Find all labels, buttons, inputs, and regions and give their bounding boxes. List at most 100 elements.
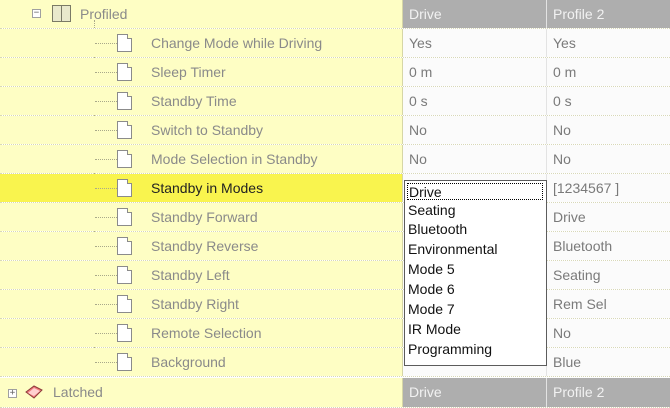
value-profile-2[interactable]: No xyxy=(547,116,670,144)
tree-cell: Standby Time xyxy=(0,87,403,115)
tree-branch xyxy=(95,159,117,160)
dropdown-option[interactable]: Seating xyxy=(408,202,455,219)
dropdown-option[interactable]: IR Mode xyxy=(408,321,461,338)
value-profile-2[interactable]: Drive xyxy=(547,203,670,231)
dropdown-option[interactable]: Mode 6 xyxy=(408,281,455,298)
page-icon xyxy=(117,353,132,371)
tree-cell: Standby Left xyxy=(0,261,403,289)
tree-cell: Change Mode while Driving xyxy=(0,29,403,57)
property-label: Standby Forward xyxy=(151,209,258,225)
value-profile-2[interactable]: 0 s xyxy=(547,87,670,115)
column-header-drive: Drive xyxy=(403,0,547,28)
page-icon xyxy=(117,121,132,139)
value-profile-2[interactable]: Blue xyxy=(547,348,670,376)
tree-cell: Standby Forward xyxy=(0,203,403,231)
value-drive[interactable]: Yes xyxy=(403,29,547,57)
value-profile-2[interactable]: Yes xyxy=(547,29,670,57)
property-label: Standby Right xyxy=(151,296,239,312)
property-row[interactable]: Standby Reverse Bluetooth xyxy=(0,232,670,261)
value-profile-2[interactable]: 0 m xyxy=(547,58,670,86)
property-row[interactable]: Mode Selection in Standby No No xyxy=(0,145,670,174)
value-drive[interactable]: No xyxy=(403,145,547,173)
property-label: Sleep Timer xyxy=(151,64,226,80)
tree-branch xyxy=(95,72,117,73)
page-icon xyxy=(117,295,132,313)
property-label: Switch to Standby xyxy=(151,122,264,138)
tree-cell: − Profiled xyxy=(0,0,403,28)
tree-cell: Remote Selection xyxy=(0,319,403,347)
property-label: Standby Left xyxy=(151,267,230,283)
property-label: Remote Selection xyxy=(151,325,262,341)
tree-branch xyxy=(95,101,117,102)
property-row[interactable]: Switch to Standby No No xyxy=(0,116,670,145)
value-profile-2[interactable]: Seating xyxy=(547,261,670,289)
property-row[interactable]: Standby Time 0 s 0 s xyxy=(0,87,670,116)
section-label: Profiled xyxy=(80,6,128,22)
page-icon xyxy=(117,266,132,284)
property-label: Background xyxy=(151,354,226,370)
property-label: Standby Time xyxy=(151,93,237,109)
section-row-latched[interactable]: + Latched Drive Profile 2 xyxy=(0,378,670,408)
value-drive[interactable]: 0 m xyxy=(403,58,547,86)
book-icon xyxy=(52,5,71,22)
collapse-icon[interactable]: − xyxy=(32,9,41,18)
tree-cell: Standby in Modes xyxy=(0,174,403,202)
tree-branch xyxy=(95,217,117,218)
value-profile-2[interactable]: No xyxy=(547,319,670,347)
property-row[interactable]: Change Mode while Driving Yes Yes xyxy=(0,29,670,58)
property-row-selected[interactable]: Standby in Modes Drive [1234567 ] xyxy=(0,174,670,203)
property-row[interactable]: Background Blue xyxy=(0,348,670,377)
dropdown-option[interactable]: Environmental xyxy=(408,241,498,258)
tree-branch xyxy=(95,333,117,334)
page-icon xyxy=(117,34,132,52)
value-profile-2[interactable]: [1234567 ] xyxy=(547,174,670,202)
property-label: Standby in Modes xyxy=(151,180,264,196)
dropdown-option[interactable]: Bluetooth xyxy=(408,221,467,238)
property-row[interactable]: Standby Forward Drive xyxy=(0,203,670,232)
tree-branch xyxy=(95,43,117,44)
property-row[interactable]: Standby Left Seating xyxy=(0,261,670,290)
dropdown-option[interactable]: Mode 5 xyxy=(408,261,455,278)
value-profile-2[interactable]: Rem Sel xyxy=(547,290,670,318)
page-icon xyxy=(117,92,132,110)
dropdown-option[interactable]: Mode 7 xyxy=(408,301,455,318)
dropdown-selected-option[interactable]: Drive xyxy=(407,183,543,200)
property-label: Mode Selection in Standby xyxy=(151,151,318,167)
page-icon xyxy=(117,63,132,81)
property-row[interactable]: Sleep Timer 0 m 0 m xyxy=(0,58,670,87)
value-drive[interactable]: 0 s xyxy=(403,87,547,115)
page-icon xyxy=(117,179,132,197)
tree-cell: Switch to Standby xyxy=(0,116,403,144)
tree-cell: Background xyxy=(0,348,403,376)
property-row[interactable]: Standby Right Rem Sel xyxy=(0,290,670,319)
tree-cell: Mode Selection in Standby xyxy=(0,145,403,173)
tree-branch xyxy=(95,188,117,189)
latched-icon xyxy=(25,385,43,399)
tree-branch xyxy=(95,275,117,276)
section-row-profiled[interactable]: − Profiled Drive Profile 2 xyxy=(0,0,670,29)
tree-cell: Standby Right xyxy=(0,290,403,318)
value-profile-2[interactable]: Bluetooth xyxy=(547,232,670,260)
tree-branch xyxy=(95,246,117,247)
tree-cell: + Latched xyxy=(0,378,403,407)
dropdown-option[interactable]: Programming xyxy=(408,341,492,358)
standby-in-modes-dropdown[interactable]: Drive Seating Bluetooth Environmental Mo… xyxy=(404,180,547,366)
tree-branch xyxy=(95,362,117,363)
page-icon xyxy=(117,150,132,168)
tree-cell: Sleep Timer xyxy=(0,58,403,86)
section-label: Latched xyxy=(53,384,103,400)
property-label: Change Mode while Driving xyxy=(151,35,323,51)
tree-branch xyxy=(95,304,117,305)
property-label: Standby Reverse xyxy=(151,238,259,254)
tree-cell: Standby Reverse xyxy=(0,232,403,260)
section-value-profile-2: Profile 2 xyxy=(547,378,670,407)
property-row[interactable]: Remote Selection No xyxy=(0,319,670,348)
page-icon xyxy=(117,237,132,255)
column-header-profile-2: Profile 2 xyxy=(547,0,670,28)
page-icon xyxy=(117,208,132,226)
page-icon xyxy=(117,324,132,342)
value-drive[interactable]: No xyxy=(403,116,547,144)
value-profile-2[interactable]: No xyxy=(547,145,670,173)
section-value-drive: Drive xyxy=(403,378,547,407)
expand-icon[interactable]: + xyxy=(8,389,17,398)
